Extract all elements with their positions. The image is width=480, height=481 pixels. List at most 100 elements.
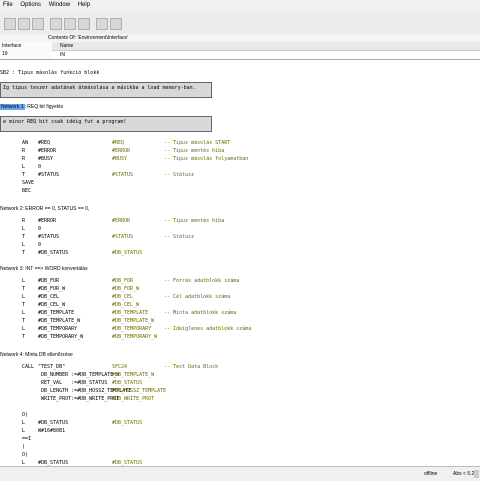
code-arg: #ERROR — [38, 218, 57, 224]
code-arg: #BUSY — [38, 156, 54, 162]
save-icon[interactable] — [32, 18, 44, 30]
abs-indicator: Abs < 5.2 — [453, 471, 475, 477]
code-symbol: #STATUS — [112, 234, 134, 240]
code-comment: -- Forrás adatblokk száma — [164, 278, 240, 284]
menu-help[interactable]: Help — [75, 0, 93, 10]
network-1-header: Network 1: REQ bit figyelés — [0, 104, 63, 110]
code-comment: -- Tipus másolás START — [164, 140, 231, 146]
code-arg: #DB_CEL — [38, 294, 60, 300]
code-op: L — [22, 326, 26, 332]
toolbar — [0, 12, 480, 35]
code-op: O( — [22, 412, 29, 418]
code-op: R — [22, 148, 26, 154]
code-symbol: #STATUS — [112, 172, 134, 178]
network-2-title: : ERROR == 0, STATUS == 0, — [22, 206, 90, 212]
code-arg: 0 — [38, 242, 42, 248]
code-op: AN — [22, 140, 29, 146]
code-op: CALL — [22, 364, 35, 370]
code-op: L — [22, 310, 26, 316]
code-op: L — [22, 428, 26, 434]
network-4-label[interactable]: Network 4 — [0, 352, 23, 358]
code-arg: #REQ — [38, 140, 51, 146]
network-1-comment-box: e minor REQ bit csak idéig fut a program… — [0, 116, 212, 132]
download-icon[interactable] — [96, 18, 108, 30]
open-icon[interactable] — [18, 18, 30, 30]
paste-icon[interactable] — [78, 18, 90, 30]
code-symbol: #DB_TEMPLATE — [112, 310, 149, 316]
code-arg: #DB_TEMPLATE — [38, 310, 75, 316]
code-editor[interactable]: SB2 : Tipus másolás funkció blokk Ig tip… — [0, 60, 480, 466]
cut-icon[interactable] — [50, 18, 62, 30]
interface-sub-item[interactable]: 19 — [0, 50, 52, 58]
code-symbol: #BUSY — [112, 156, 128, 162]
code-comment: -- Ideiglenes adatblokk száma — [164, 326, 252, 332]
code-op: T — [22, 250, 26, 256]
code-symbol: #DB_FOR_W — [112, 286, 140, 292]
code-symbol: #DB_STATUS — [112, 380, 143, 386]
code-op: SAVE — [22, 180, 35, 186]
contents-label: Contents Of: 'Environment\Interface' — [48, 35, 129, 41]
code-op: T — [22, 302, 26, 308]
network-2-header: Network 2: ERROR == 0, STATUS == 0, — [0, 206, 89, 212]
code-arg: WRITE_PROT:=#DB_WRITE_PROT — [38, 396, 120, 402]
code-comment: -- Cél adatblokk száma — [164, 294, 231, 300]
code-op: T — [22, 318, 26, 324]
code-comment: -- Tipus mentés hiba — [164, 218, 225, 224]
code-op: O( — [22, 452, 29, 458]
code-symbol: #ERROR — [112, 148, 131, 154]
menu-file[interactable]: File — [0, 0, 16, 10]
code-op: L — [22, 164, 26, 170]
code-arg: 0 — [38, 164, 42, 170]
code-symbol: #DB_FOR — [112, 278, 134, 284]
code-symbol: SFC24 — [112, 364, 128, 370]
code-op: L — [22, 242, 26, 248]
code-symbol: #DB_TEMPORARY_W — [112, 334, 158, 340]
network-3-label[interactable]: Network 3 — [0, 266, 23, 272]
network-1-label[interactable]: Network 1 — [0, 104, 25, 110]
code-comment: -- Státusz — [164, 234, 195, 240]
menu-options[interactable]: Options — [17, 0, 44, 10]
code-arg: #ERROR — [38, 148, 57, 154]
code-symbol: #DB_HOSSZ_TEMPLATE — [112, 388, 167, 394]
network-2-label[interactable]: Network 2 — [0, 206, 23, 212]
network-1-comment: e minor REQ bit csak idéig fut a program… — [3, 119, 127, 125]
copy-icon[interactable] — [64, 18, 76, 30]
resize-grip-icon[interactable] — [474, 470, 479, 478]
code-op: ==I — [22, 436, 32, 442]
code-symbol: #REQ — [112, 140, 125, 146]
interface-item[interactable]: Interface — [0, 42, 52, 50]
network-4-title: : Minta DB ellenőrzése — [22, 352, 73, 358]
code-symbol: #DB_STATUS — [112, 250, 143, 256]
code-symbol: #DB_CEL — [112, 294, 134, 300]
menu-window[interactable]: Window — [46, 0, 73, 10]
code-arg: #DB_FOR_W — [38, 286, 66, 292]
network-4-header: Network 4: Minta DB ellenőrzése — [0, 352, 73, 358]
code-arg: DB_NUMBER :=#DB_TEMPLATE_W — [38, 372, 120, 378]
code-symbol: #DB_TEMPORARY — [112, 326, 152, 332]
code-op: ) — [22, 444, 26, 450]
code-op: L — [22, 278, 26, 284]
code-comment: -- Tipus mentés hiba — [164, 148, 225, 154]
code-comment: -- Tipus másolás folyamatban — [164, 156, 249, 162]
title-comment-box: Ig tipus teszer adatának átmásolása a má… — [0, 82, 212, 98]
name-column-header: Name — [60, 43, 74, 49]
code-arg: W#16#80B1 — [38, 428, 66, 434]
code-symbol: #DB_TEMPLATE_W — [112, 372, 155, 378]
decl-value[interactable]: IN — [60, 52, 65, 58]
code-arg: #DB_TEMPLATE_W — [38, 318, 81, 324]
status-bar: offline Abs < 5.2 — [0, 466, 480, 481]
network-3-title: : INT ==> WORD konvertálás — [22, 266, 88, 272]
interface-panel: Interface 19 — [0, 42, 53, 60]
new-icon[interactable] — [4, 18, 16, 30]
code-arg: RET_VAL :=#DB_STATUS — [38, 380, 108, 386]
code-comment: -- Státusz — [164, 172, 195, 178]
network-3-header: Network 3: INT ==> WORD konvertálás — [0, 266, 88, 272]
code-arg: "TEST_DB" — [38, 364, 66, 370]
code-arg: #DB_FOR — [38, 278, 60, 284]
code-arg: #DB_TEMPORARY_W — [38, 334, 84, 340]
monitor-icon[interactable] — [110, 18, 122, 30]
code-arg: #DB_STATUS — [38, 420, 69, 426]
code-comment: -- Minta adatblokk száma — [164, 310, 237, 316]
network-1-title: : REQ bit figyelés — [24, 104, 64, 110]
code-symbol: #DB_STATUS — [112, 420, 143, 426]
